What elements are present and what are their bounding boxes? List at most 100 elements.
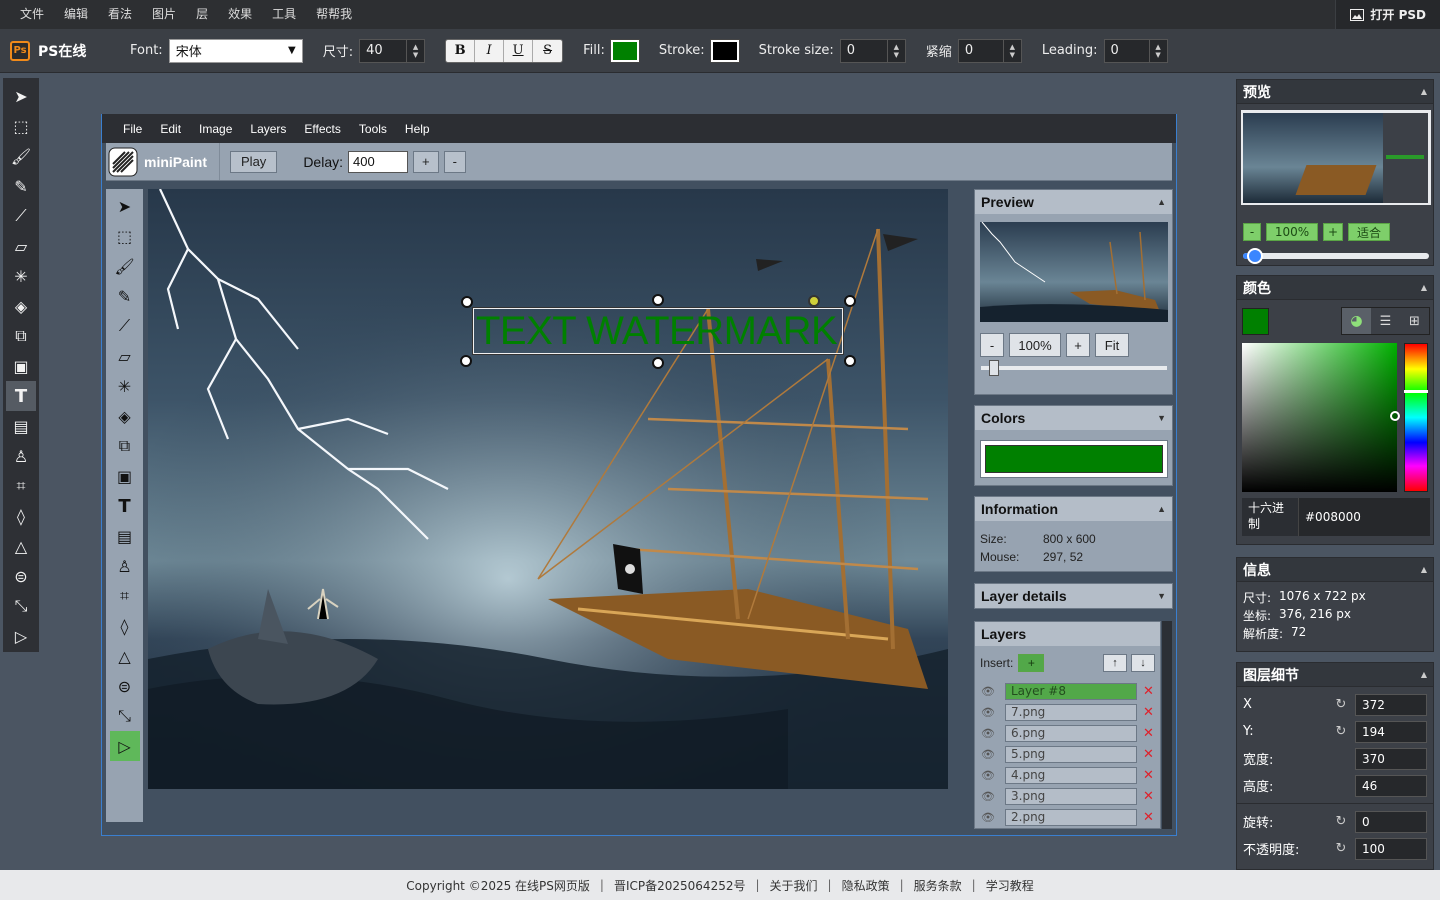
menu-file[interactable]: 文件 <box>0 0 54 29</box>
fill-bucket-tool[interactable]: ◈ <box>110 401 140 431</box>
mini-zoom-slider[interactable] <box>981 360 1167 376</box>
open-psd-button[interactable]: 打开 PSD <box>1335 0 1440 29</box>
y-input[interactable]: 194 <box>1355 720 1427 743</box>
tutorial-link[interactable]: 学习教程 <box>986 877 1034 894</box>
layer-name[interactable]: 6.png <box>1005 725 1137 742</box>
eye-icon[interactable]: 👁 <box>981 790 1001 803</box>
resize-handle[interactable] <box>844 295 856 307</box>
list-icon[interactable]: ☰ <box>1371 308 1400 334</box>
layer-name[interactable]: 2.png <box>1005 809 1137 826</box>
pencil-tool[interactable]: ✎ <box>110 281 140 311</box>
eye-icon[interactable]: 👁 <box>981 685 1001 698</box>
menu-edit[interactable]: 编辑 <box>54 0 98 29</box>
zoom-slider-handle[interactable] <box>1247 248 1263 264</box>
mini-menu-layers[interactable]: Layers <box>241 122 295 136</box>
mini-menu-tools[interactable]: Tools <box>350 122 396 136</box>
watermark-selection-box[interactable]: TEXT WATERMARK <box>472 307 844 355</box>
mini-preview-thumbnail[interactable] <box>980 222 1168 322</box>
delete-icon[interactable]: ✕ <box>1143 810 1154 825</box>
move-layer-up-button[interactable]: ↑ <box>1103 654 1127 672</box>
delete-icon[interactable]: ✕ <box>1143 747 1154 762</box>
mini-zoom-in-button[interactable]: + <box>1066 333 1090 357</box>
fill-bucket-tool[interactable]: ◈ <box>6 291 36 321</box>
mini-preview-header[interactable]: Preview ▲ <box>975 190 1172 214</box>
stroke-size-input[interactable]: 0 ▲ ▼ <box>839 38 906 63</box>
terms-link[interactable]: 服务条款 <box>914 877 962 894</box>
zoom-in-button[interactable]: + <box>1323 223 1343 241</box>
rotate-handle[interactable] <box>808 295 820 307</box>
stamp-tool[interactable]: ♙ <box>110 551 140 581</box>
mini-layer-details-header[interactable]: Layer details ▼ <box>975 584 1172 608</box>
gradient-tool[interactable]: ▤ <box>6 411 36 441</box>
sharpen-tool[interactable]: △ <box>6 531 36 561</box>
eye-icon[interactable]: 👁 <box>981 769 1001 782</box>
color-header[interactable]: 颜色 ▲ <box>1237 276 1433 300</box>
x-input[interactable]: 372 <box>1355 693 1427 716</box>
clone-tool[interactable]: ⧉ <box>6 321 36 351</box>
insert-layer-button[interactable]: + <box>1018 654 1045 672</box>
fill-color-swatch[interactable] <box>609 38 640 63</box>
image-tool[interactable]: ▣ <box>110 461 140 491</box>
delay-plus-button[interactable]: + <box>413 150 439 173</box>
blur-drop-tool[interactable]: ◊ <box>110 611 140 641</box>
reset-icon[interactable]: ↻ <box>1331 724 1351 739</box>
menu-effects[interactable]: 效果 <box>218 0 262 29</box>
menu-help[interactable]: 帮帮我 <box>306 0 362 29</box>
italic-button[interactable]: I <box>475 39 505 62</box>
bulge-tool[interactable]: ⊜ <box>6 561 36 591</box>
layer-name[interactable]: 3.png <box>1005 788 1137 805</box>
bulge-tool[interactable]: ⊜ <box>110 671 140 701</box>
stamp-tool[interactable]: ♙ <box>6 441 36 471</box>
rotation-input[interactable]: 0 <box>1355 810 1427 833</box>
preview-thumbnail[interactable] <box>1241 110 1431 205</box>
mini-menu-file[interactable]: File <box>114 122 151 136</box>
underline-button[interactable]: U <box>504 39 534 62</box>
mini-zoom-value[interactable]: 100% <box>1009 333 1061 357</box>
gradient-tool[interactable]: ▤ <box>110 521 140 551</box>
color-picker-tool[interactable]: ⟋ <box>6 201 36 231</box>
blur-drop-tool[interactable]: ◊ <box>6 501 36 531</box>
eye-icon[interactable]: 👁 <box>981 811 1001 824</box>
palette-icon[interactable]: ◕ <box>1342 308 1371 334</box>
mini-layers-header[interactable]: Layers <box>975 622 1160 646</box>
rect-select-tool[interactable]: ⬚ <box>110 221 140 251</box>
spin-arrows-icon[interactable]: ▲ ▼ <box>406 39 424 62</box>
select-arrow-tool[interactable]: ➤ <box>110 191 140 221</box>
spin-arrows-icon[interactable]: ▲ ▼ <box>1148 39 1167 62</box>
delete-icon[interactable]: ✕ <box>1143 726 1154 741</box>
brush-tool[interactable]: 🖌 <box>110 251 140 281</box>
pencil-tool[interactable]: ✎ <box>6 171 36 201</box>
layer-row[interactable]: 👁 6.png ✕ <box>975 723 1160 744</box>
privacy-link[interactable]: 隐私政策 <box>842 877 890 894</box>
watermark-text[interactable]: TEXT WATERMARK <box>476 311 838 351</box>
resize-tool[interactable]: ⤡ <box>6 591 36 621</box>
layer-name[interactable]: 5.png <box>1005 746 1137 763</box>
picker-cursor[interactable] <box>1390 411 1400 421</box>
preview-header[interactable]: 预览 ▲ <box>1237 80 1433 104</box>
layer-row[interactable]: 👁 7.png ✕ <box>975 702 1160 723</box>
leading-input[interactable]: 0 ▲ ▼ <box>1103 38 1168 63</box>
resize-handle[interactable] <box>652 294 664 306</box>
delete-icon[interactable]: ✕ <box>1143 684 1154 699</box>
saturation-picker[interactable] <box>1242 343 1397 492</box>
resize-handle[interactable] <box>461 296 473 308</box>
layer-name[interactable]: 7.png <box>1005 704 1137 721</box>
resize-handle[interactable] <box>460 355 472 367</box>
move-layer-down-button[interactable]: ↓ <box>1131 654 1155 672</box>
reset-icon[interactable]: ↻ <box>1331 814 1351 829</box>
color-picker-tool[interactable]: ⟋ <box>110 311 140 341</box>
mini-zoom-slider-handle[interactable] <box>989 360 999 376</box>
spin-arrows-icon[interactable]: ▲ ▼ <box>1002 39 1021 62</box>
fit-button[interactable]: 适合 <box>1348 223 1390 241</box>
layer-name[interactable]: 4.png <box>1005 767 1137 784</box>
clone-tool[interactable]: ⧉ <box>110 431 140 461</box>
animation-tool[interactable]: ▷ <box>109 731 140 761</box>
menu-layer[interactable]: 层 <box>186 0 218 29</box>
delete-icon[interactable]: ✕ <box>1143 768 1154 783</box>
play-button[interactable]: Play <box>230 150 278 173</box>
menu-view[interactable]: 看法 <box>98 0 142 29</box>
app-logo[interactable]: Ps PS在线 <box>0 40 110 61</box>
magic-wand-tool[interactable]: ✳ <box>6 261 36 291</box>
current-color-swatch[interactable] <box>1242 308 1269 335</box>
layer-row[interactable]: 👁 2.png ✕ <box>975 807 1160 828</box>
